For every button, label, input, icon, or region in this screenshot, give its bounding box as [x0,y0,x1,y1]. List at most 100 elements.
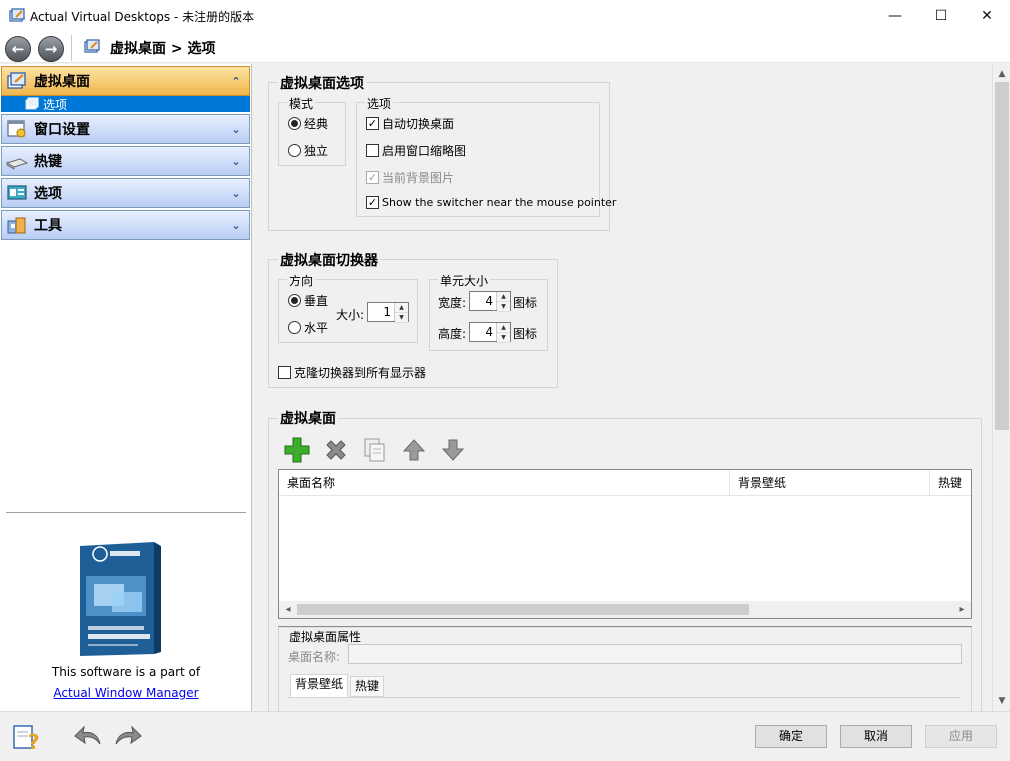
minimize-button[interactable]: — [872,0,918,31]
column-header-wallpaper[interactable]: 背景壁纸 [730,470,930,496]
chevron-down-icon[interactable]: ⌄ [227,123,245,136]
close-button[interactable]: ✕ [964,0,1010,31]
direction-fieldset-title: 方向 [287,272,316,289]
clone-switcher-checkbox[interactable]: 克隆切换器到所有显示器 [278,364,426,381]
radio-label: 独立 [304,144,329,158]
checkbox-unchecked[interactable] [366,144,379,157]
plus-icon [284,437,310,463]
nav-separator [71,35,72,61]
column-header-hotkey[interactable]: 热键 [930,470,971,496]
spin-down-icon[interactable]: ▼ [395,313,408,323]
scroll-left-icon[interactable]: ◂ [279,601,297,618]
promo-text: This software is a part of [51,665,201,679]
spin-down-icon[interactable]: ▼ [497,302,510,312]
apply-button[interactable]: 应用 [925,725,997,748]
scroll-up-icon[interactable]: ▲ [993,66,1010,82]
width-value[interactable]: 4 [470,292,496,310]
options-group-title: 虚拟桌面选项 [278,73,366,93]
window-thumbnails-checkbox[interactable]: 启用窗口缩略图 [366,142,466,159]
sidebar-section-hotkeys[interactable]: 热键 ⌄ [1,146,250,176]
horizontal-scrollbar[interactable]: ◂ ▸ [279,601,971,618]
tab-hotkeys[interactable]: 热键 [350,676,385,697]
width-stepper[interactable]: 4 ▲ ▼ [469,291,511,312]
copy-desktop-button[interactable] [360,435,390,465]
checkbox-checked[interactable]: ✓ [366,117,379,130]
checkbox-label: 启用窗口缩略图 [382,144,467,158]
direction-horizontal-radio[interactable]: 水平 [288,319,328,336]
chevron-down-icon[interactable]: ⌄ [227,155,245,168]
scroll-right-icon[interactable]: ▸ [953,601,971,618]
breadcrumb: 虚拟桌面 > 选项 [110,41,216,57]
width-label: 宽度: [438,296,467,310]
arrow-up-icon [402,439,426,461]
size-value[interactable]: 1 [368,303,394,321]
direction-vertical-radio[interactable]: 垂直 [288,292,328,309]
size-stepper[interactable]: 1 ▲ ▼ [367,302,409,323]
radio-label: 经典 [304,117,329,131]
help-icon: ? [13,725,40,754]
radio-label: 水平 [304,321,329,335]
spin-up-icon[interactable]: ▲ [497,292,510,302]
keyboard-icon [6,158,28,170]
scrollbar-thumb[interactable] [297,604,749,615]
radio-unchecked[interactable] [288,321,301,334]
ok-button[interactable]: 确定 [755,725,827,748]
spin-up-icon[interactable]: ▲ [395,303,408,313]
scroll-down-icon[interactable]: ▼ [993,693,1010,709]
height-value[interactable]: 4 [470,323,496,341]
height-label: 高度: [438,327,467,341]
radio-checked[interactable] [288,117,301,130]
current-wallpaper-checkbox: ✓ 当前背景图片 [366,169,454,186]
checkbox-checked[interactable]: ✓ [366,196,379,209]
sidebar: 虚拟桌面 ⌃ 选项 窗口设置 ⌄ 热键 ⌄ 选项 ⌄ 工具 ⌄ This sof… [0,64,252,711]
spin-down-icon[interactable]: ▼ [497,333,510,343]
chevron-down-icon[interactable]: ⌄ [227,219,245,232]
column-header-desktop-name[interactable]: 桌面名称 [279,470,730,496]
back-button[interactable]: ← [5,36,31,62]
checkbox-unchecked[interactable] [278,366,291,379]
radio-checked[interactable] [288,294,301,307]
switcher-group-title: 虚拟桌面切换器 [278,250,380,270]
delete-desktop-button[interactable] [321,435,351,465]
arrow-down-icon [441,439,465,461]
chevron-up-icon[interactable]: ⌃ [227,75,245,88]
undo-button[interactable] [74,724,104,751]
mode-fieldset-title: 模式 [287,95,316,112]
mode-independent-radio[interactable]: 独立 [288,142,328,159]
redo-button[interactable] [112,724,142,751]
desktops-group-title: 虚拟桌面 [278,408,338,428]
sidebar-section-options[interactable]: 选项 ⌄ [1,178,250,208]
desktop-properties-fieldset: 虚拟桌面属性 [278,626,972,711]
sidebar-item-label: 选项 [43,97,68,112]
auto-switch-checkbox[interactable]: ✓ 自动切换桌面 [366,115,454,132]
height-stepper[interactable]: 4 ▲ ▼ [469,322,511,343]
forward-button[interactable]: → [38,36,64,62]
cancel-button[interactable]: 取消 [840,725,912,748]
mode-classic-radio[interactable]: 经典 [288,115,328,132]
spin-up-icon[interactable]: ▲ [497,323,510,333]
maximize-button[interactable]: ☐ [918,0,964,31]
desktops-list[interactable]: 桌面名称 背景壁纸 热键 ◂ ▸ [278,469,972,619]
switcher-near-pointer-checkbox[interactable]: ✓ Show the switcher near the mouse point… [366,196,616,209]
tab-wallpaper[interactable]: 背景壁纸 [290,674,349,697]
sidebar-item-options[interactable]: 选项 [1,96,250,112]
sidebar-section-tools[interactable]: 工具 ⌄ [1,210,250,240]
sidebar-section-label: 热键 [34,154,62,170]
move-down-button[interactable] [438,435,468,465]
sidebar-section-label: 选项 [34,186,62,202]
scrollbar-thumb[interactable] [995,82,1009,430]
promo-link[interactable]: Actual Window Manager [53,686,198,700]
add-desktop-button[interactable] [282,435,312,465]
move-up-button[interactable] [399,435,429,465]
help-button[interactable]: ? [12,722,42,755]
sidebar-section-window-settings[interactable]: 窗口设置 ⌄ [1,114,250,144]
checkbox-label: 自动切换桌面 [382,117,455,131]
product-box-image [80,542,161,656]
bottom-bar: ? 确定 取消 应用 [0,711,1010,761]
app-icon [9,8,25,22]
chevron-down-icon[interactable]: ⌄ [227,187,245,200]
sidebar-section-virtual-desktops[interactable]: 虚拟桌面 ⌃ [1,66,250,96]
vertical-scrollbar[interactable]: ▲ ▼ [992,64,1010,711]
desktop-name-field[interactable] [348,644,962,664]
radio-unchecked[interactable] [288,144,301,157]
